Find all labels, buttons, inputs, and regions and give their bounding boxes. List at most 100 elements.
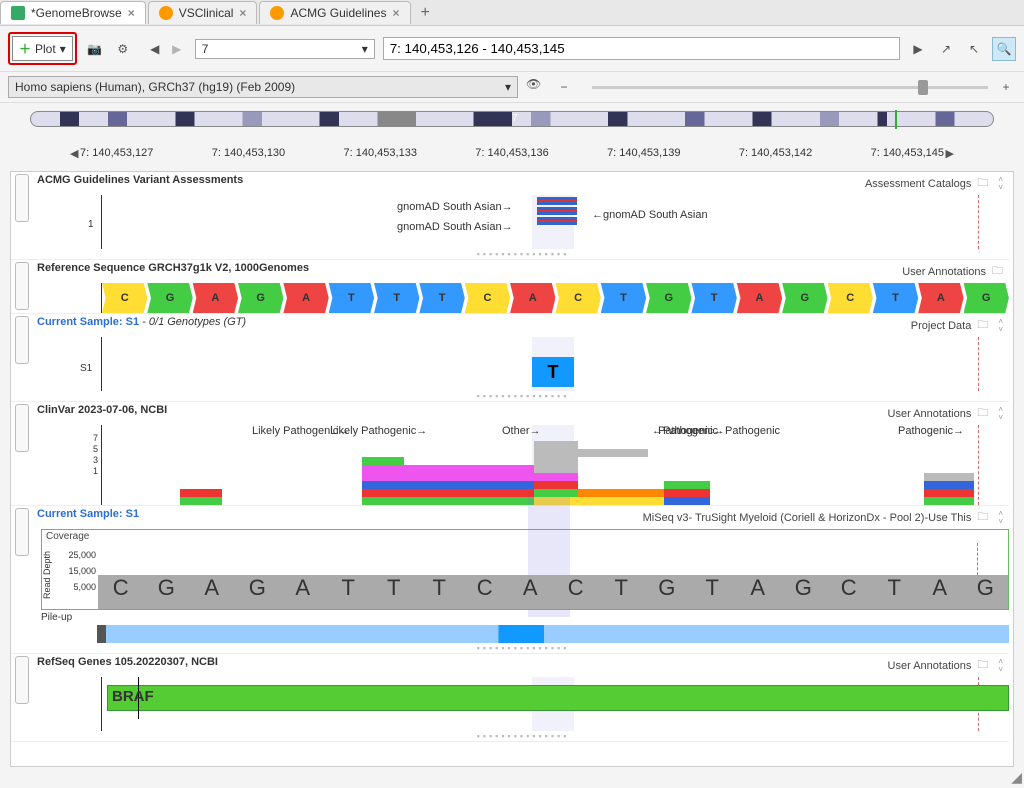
base-T: T — [329, 283, 374, 313]
consensus-base: T — [872, 575, 918, 609]
track-drag-handle[interactable] — [15, 656, 29, 704]
consensus-base: G — [235, 575, 281, 609]
zoom-in-button[interactable]: + — [996, 77, 1016, 97]
assembly-select[interactable]: Homo sapiens (Human), GRCh37 (hg19) (Feb… — [8, 76, 518, 98]
track-title-link[interactable]: Current Sample: — [37, 508, 123, 520]
base-T: T — [873, 283, 918, 313]
track-clinvar: ClinVar 2023-07-06, NCBI User Annotation… — [11, 402, 1009, 506]
base-C: C — [102, 283, 147, 313]
pointer-icon[interactable]: ↖ — [964, 39, 984, 59]
track-title-link[interactable]: Current Sample: — [37, 316, 123, 328]
go-button[interactable]: ▶ — [908, 39, 928, 59]
base-G: G — [782, 283, 827, 313]
zoom-handle[interactable] — [918, 80, 928, 95]
zoom-slider[interactable] — [592, 86, 988, 89]
track-source-label: User Annotations — [888, 408, 972, 420]
folder-icon[interactable]: 🗀 — [977, 404, 988, 423]
sequence-bases[interactable]: CGAGATTTCACTGTAGCTAG — [101, 283, 1009, 313]
consensus-base: A — [917, 575, 963, 609]
expand-down-icon[interactable]: ˅ — [998, 414, 1003, 422]
coverage-plot[interactable]: Read Depth 25,000 15,000 5,000 CGAGATTTC… — [98, 543, 1008, 609]
consensus-base: T — [599, 575, 645, 609]
close-icon[interactable]: × — [239, 6, 246, 20]
alt-allele-block: T — [532, 357, 574, 387]
track-drag-handle[interactable] — [15, 174, 29, 222]
track-source-label: User Annotations — [902, 266, 986, 278]
expand-down-icon[interactable]: ˅ — [998, 326, 1003, 334]
ruler-tick: 7: 140,453,145 — [871, 147, 944, 159]
tab-acmg-guidelines[interactable]: ACMG Guidelines × — [259, 1, 410, 24]
consensus-base: C — [553, 575, 599, 609]
track-current-sample-coverage: Current Sample: S1 MiSeq v3- TruSight My… — [11, 506, 1009, 654]
collapse-indicator[interactable]: ▪▪▪▪▪▪▪▪▪▪▪▪▪▪▪ — [37, 731, 1009, 741]
track-drag-handle[interactable] — [15, 316, 29, 364]
ruler-tick: 7: 140,453,133 — [344, 147, 417, 159]
ruler-tick: 7: 140,453,127 — [80, 147, 153, 159]
folder-icon[interactable]: 🗀 — [977, 316, 988, 335]
track-title: RefSeq Genes 105.20220307, NCBI — [37, 656, 218, 675]
base-A: A — [918, 283, 963, 313]
consensus-base: C — [98, 575, 144, 609]
nav-forward-button[interactable]: ▶ — [167, 39, 187, 59]
track-source-label: User Annotations — [888, 660, 972, 672]
tab-vsclinical[interactable]: VSClinical × — [148, 1, 258, 24]
chromosome-ideogram[interactable]: 7 — [30, 111, 994, 127]
folder-icon[interactable]: 🗀 — [992, 262, 1003, 281]
collapse-indicator[interactable]: ▪▪▪▪▪▪▪▪▪▪▪▪▪▪▪ — [37, 249, 1009, 259]
tracks-panel: ACMG Guidelines Variant Assessments Asse… — [10, 171, 1014, 767]
expand-down-icon[interactable]: ˅ — [998, 518, 1003, 526]
chevron-down-icon: ▾ — [60, 42, 66, 56]
consensus-base: G — [963, 575, 1009, 609]
population-label: gnomAD South Asian→ — [397, 201, 513, 213]
track-acmg-assessments: ACMG Guidelines Variant Assessments Asse… — [11, 172, 1009, 260]
gene-plot[interactable]: BRAF — [101, 677, 1009, 731]
folder-icon[interactable]: 🗀 — [977, 508, 988, 527]
new-tab-button[interactable]: + — [413, 2, 438, 24]
tab-genomebrowse[interactable]: *GenomeBrowse × — [0, 1, 146, 24]
gear-icon[interactable]: ⚙ — [113, 39, 133, 59]
export-icon[interactable]: ↗ — [936, 39, 956, 59]
track-drag-handle[interactable] — [15, 404, 29, 452]
close-icon[interactable]: × — [392, 6, 399, 20]
ruler-left-arrow[interactable]: ◀ — [70, 147, 78, 160]
collapse-indicator[interactable]: ▪▪▪▪▪▪▪▪▪▪▪▪▪▪▪ — [37, 391, 1009, 401]
track-reference-sequence: Reference Sequence GRCH37g1k V2, 1000Gen… — [11, 260, 1009, 314]
track-drag-handle[interactable] — [15, 508, 29, 556]
track-drag-handle[interactable] — [15, 262, 29, 310]
pileup-plot[interactable] — [97, 625, 1009, 643]
track-title: ACMG Guidelines Variant Assessments — [37, 174, 243, 193]
search-button[interactable]: 🔍 — [992, 37, 1016, 61]
folder-icon[interactable]: 🗀 — [977, 656, 988, 675]
position-input[interactable] — [383, 37, 900, 60]
expand-down-icon[interactable]: ˅ — [998, 666, 1003, 674]
chevron-down-icon: ▾ — [362, 42, 368, 56]
consensus-base: T — [690, 575, 736, 609]
genotype-plot[interactable]: S1 T — [101, 337, 1009, 391]
plot-highlight: ＋ Plot ▾ — [8, 32, 77, 65]
clinvar-plot[interactable]: 75 31 Other→ ←Pathogenic Likely Pathogen… — [101, 425, 1009, 505]
chromosome-select[interactable]: 7 ▾ — [195, 39, 375, 59]
acmg-plot[interactable]: 1 gnomAD South Asian→ gnomAD South Asian… — [101, 195, 1009, 249]
population-label: gnomAD South Asian→ — [397, 221, 513, 233]
gene-name-label: BRAF — [112, 688, 154, 705]
folder-icon[interactable]: 🗀 — [977, 174, 988, 193]
expand-down-icon[interactable]: ˅ — [998, 184, 1003, 192]
base-G: G — [646, 283, 691, 313]
close-icon[interactable]: × — [128, 6, 135, 20]
plus-icon: ＋ — [19, 40, 31, 57]
zoom-out-button[interactable]: − — [554, 77, 574, 97]
consensus-base: C — [826, 575, 872, 609]
sample-name: S1 — [126, 508, 139, 520]
visibility-icon[interactable]: 👁 — [526, 77, 546, 97]
base-C: C — [465, 283, 510, 313]
nav-back-button[interactable]: ◀ — [145, 39, 165, 59]
coverage-panel: Coverage Read Depth 25,000 15,000 5,000 … — [41, 529, 1009, 610]
collapse-indicator[interactable]: ▪▪▪▪▪▪▪▪▪▪▪▪▪▪▪ — [37, 643, 1009, 653]
plot-button[interactable]: ＋ Plot ▾ — [12, 36, 73, 61]
tab-label: *GenomeBrowse — [31, 6, 122, 20]
ruler-right-arrow[interactable]: ▶ — [946, 147, 954, 160]
track-title: ClinVar 2023-07-06, NCBI — [37, 404, 167, 423]
tab-bar: *GenomeBrowse × VSClinical × ACMG Guidel… — [0, 0, 1024, 26]
camera-icon[interactable]: 📷 — [85, 39, 105, 59]
base-T: T — [419, 283, 464, 313]
